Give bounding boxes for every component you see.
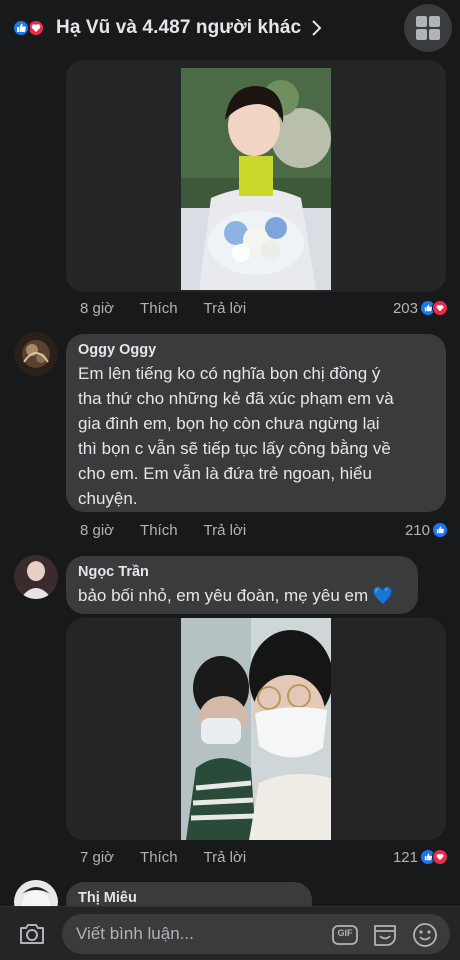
comment-text: Em lên tiếng ko có nghĩa bọn chị đồng ý … — [78, 361, 434, 511]
reply-button[interactable]: Trả lời — [204, 300, 247, 317]
blue-heart-emoji: 💙 — [372, 586, 395, 605]
chevron-right-icon[interactable] — [311, 17, 327, 39]
comment-time: 8 giờ — [80, 299, 115, 317]
comment-author[interactable]: Oggy Oggy — [78, 342, 434, 358]
comment-bubble[interactable]: Ngọc Trần bảo bối nhỏ, em yêu đoàn, mẹ y… — [66, 556, 418, 614]
reaction-count-number: 203 — [392, 299, 418, 317]
comment-photo-card[interactable] — [66, 60, 446, 292]
sticker-button[interactable] — [372, 922, 398, 948]
comment-actions: 7 giờ Thích Trả lời — [80, 846, 272, 868]
comment-photo-card[interactable] — [66, 618, 446, 840]
reply-button[interactable]: Trả lời — [204, 522, 247, 539]
comment-line: thì bọn c vẫn sẽ tiếp tục lấy công bằng … — [78, 439, 391, 458]
reaction-icons — [12, 17, 48, 39]
comment-line: gia đình em, bọn họ còn chưa ngừng lại — [78, 414, 380, 433]
like-reaction-icon — [12, 19, 30, 37]
reactions-summary[interactable]: Hạ Vũ và 4.487 người khác — [56, 17, 301, 39]
reply-button[interactable]: Trả lời — [204, 849, 247, 866]
emoji-icon — [413, 923, 437, 947]
comment-photo[interactable] — [181, 618, 331, 840]
comment-photo[interactable] — [181, 68, 331, 290]
comment-line: tha thứ cho những kẻ đã xúc phạm em và — [78, 389, 394, 408]
comment-composer: Viết bình luận... GIF — [0, 906, 460, 960]
comment-author[interactable]: Thị Miêu — [78, 890, 300, 906]
grid-icon — [416, 16, 440, 40]
love-icon — [432, 849, 448, 865]
reaction-count-number: 210 — [404, 521, 430, 539]
reaction-count[interactable]: 121 — [393, 846, 448, 868]
comment-line: Em lên tiếng ko có nghĩa bọn chị đồng ý — [78, 364, 381, 383]
reaction-count-number: 121 — [392, 848, 418, 866]
view-switch-button[interactable] — [404, 4, 452, 52]
avatar[interactable] — [14, 555, 58, 599]
like-button[interactable]: Thích — [140, 849, 178, 866]
comment-time: 7 giờ — [80, 848, 115, 866]
comment-line: bảo bối nhỏ, em yêu đoàn, mẹ yêu em — [78, 586, 369, 605]
like-button[interactable]: Thích — [140, 522, 178, 539]
comment-text: bảo bối nhỏ, em yêu đoàn, mẹ yêu em 💙 — [78, 583, 406, 608]
like-button[interactable]: Thích — [140, 300, 178, 317]
comment-author[interactable]: Ngọc Trần — [78, 564, 406, 580]
comment-bubble[interactable]: Oggy Oggy Em lên tiếng ko có nghĩa bọn c… — [66, 334, 446, 512]
comment-time: 8 giờ — [80, 521, 115, 539]
sticker-icon — [374, 925, 396, 946]
reactions-header[interactable]: Hạ Vũ và 4.487 người khác — [0, 0, 460, 56]
like-icon — [432, 522, 448, 538]
reaction-count[interactable]: 210 — [405, 519, 448, 541]
comment-input-placeholder: Viết bình luận... — [76, 924, 194, 943]
emoji-button[interactable] — [412, 922, 438, 948]
comment-line: chuyện. — [78, 489, 138, 508]
avatar[interactable] — [14, 332, 58, 376]
comment-line: cho em. Em vẫn là đứa trẻ ngoan, hiểu — [78, 464, 372, 483]
camera-button[interactable] — [14, 916, 50, 952]
camera-icon — [20, 923, 44, 944]
comment-actions: 8 giờ Thích Trả lời — [80, 519, 272, 541]
gif-button[interactable]: GIF — [332, 922, 358, 948]
comment-input[interactable]: Viết bình luận... GIF — [62, 914, 450, 954]
love-icon — [432, 300, 448, 316]
comment-actions: 8 giờ Thích Trả lời — [80, 297, 272, 319]
reaction-count[interactable]: 203 — [393, 297, 448, 319]
gif-label: GIF — [337, 928, 353, 938]
